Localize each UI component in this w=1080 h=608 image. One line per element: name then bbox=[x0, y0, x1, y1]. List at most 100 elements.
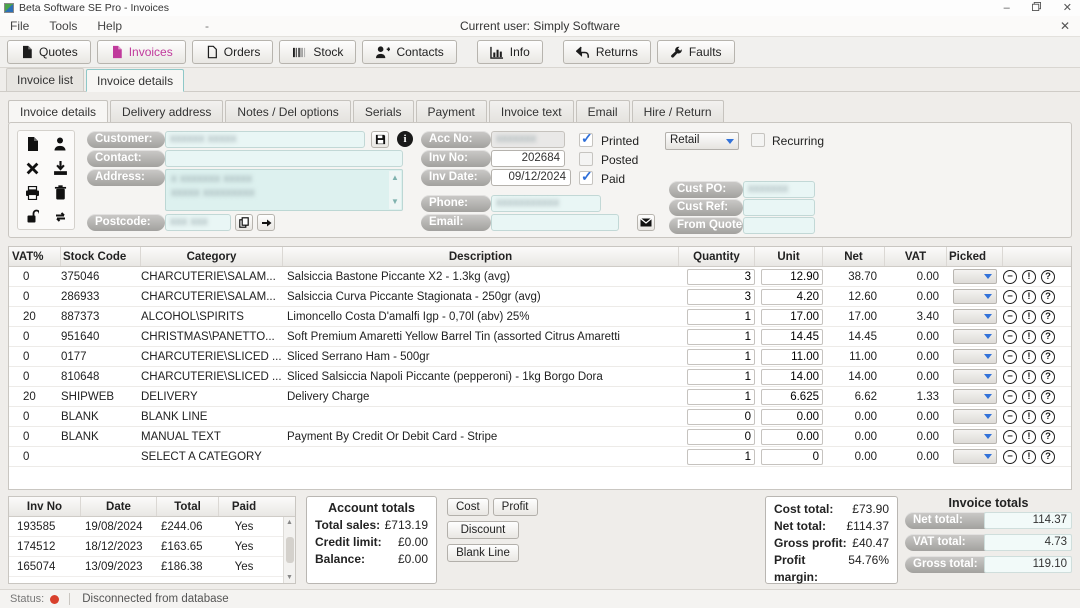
item-unit-input[interactable] bbox=[761, 329, 823, 345]
subtab-serials[interactable]: Serials bbox=[353, 100, 414, 123]
scroll-up-icon[interactable]: ▲ bbox=[391, 171, 399, 185]
history-scrollbar[interactable]: ▲▼ bbox=[283, 517, 295, 583]
item-picked-dropdown[interactable] bbox=[953, 369, 997, 384]
line-help-icon[interactable]: ? bbox=[1041, 290, 1055, 304]
remove-line-icon[interactable]: − bbox=[1003, 370, 1017, 384]
item-unit-input[interactable] bbox=[761, 369, 823, 385]
subtab-payment[interactable]: Payment bbox=[416, 100, 487, 123]
history-row[interactable]: 165074 13/09/2023 £186.38 Yes bbox=[9, 557, 295, 577]
remove-line-icon[interactable]: − bbox=[1003, 270, 1017, 284]
item-picked-dropdown[interactable] bbox=[953, 449, 997, 464]
line-help-icon[interactable]: ? bbox=[1041, 350, 1055, 364]
subtab-hire-return[interactable]: Hire / Return bbox=[632, 100, 724, 123]
remove-line-icon[interactable]: − bbox=[1003, 450, 1017, 464]
invoice-type-select[interactable]: Retail bbox=[665, 132, 739, 150]
line-help-icon[interactable]: ? bbox=[1041, 450, 1055, 464]
cost-button[interactable]: Cost bbox=[447, 498, 489, 516]
unlock-button[interactable] bbox=[18, 205, 46, 229]
line-help-icon[interactable]: ? bbox=[1041, 370, 1055, 384]
item-quantity-input[interactable] bbox=[687, 369, 755, 385]
paid-checkbox[interactable] bbox=[579, 171, 593, 185]
customer-field[interactable]: xxxxxx xxxxx bbox=[165, 131, 365, 148]
item-picked-dropdown[interactable] bbox=[953, 269, 997, 284]
inv-date-field[interactable]: 09/12/2024 bbox=[491, 169, 571, 186]
subtab-invoice-text[interactable]: Invoice text bbox=[489, 100, 574, 123]
item-unit-input[interactable] bbox=[761, 309, 823, 325]
item-unit-input[interactable] bbox=[761, 409, 823, 425]
line-info-icon[interactable]: ! bbox=[1022, 290, 1036, 304]
refresh-button[interactable] bbox=[46, 205, 74, 229]
line-info-icon[interactable]: ! bbox=[1022, 310, 1036, 324]
item-unit-input[interactable] bbox=[761, 449, 823, 465]
remove-line-icon[interactable]: − bbox=[1003, 430, 1017, 444]
remove-line-icon[interactable]: − bbox=[1003, 410, 1017, 424]
item-unit-input[interactable] bbox=[761, 349, 823, 365]
item-quantity-input[interactable] bbox=[687, 329, 755, 345]
toolbar-orders-button[interactable]: Orders bbox=[192, 40, 274, 64]
item-quantity-input[interactable] bbox=[687, 349, 755, 365]
item-quantity-input[interactable] bbox=[687, 389, 755, 405]
history-row[interactable]: 174512 18/12/2023 £163.65 Yes bbox=[9, 537, 295, 557]
line-info-icon[interactable]: ! bbox=[1022, 330, 1036, 344]
scrollbar-thumb[interactable] bbox=[286, 537, 294, 563]
delete-line-button[interactable] bbox=[46, 181, 74, 205]
toolbar-returns-button[interactable]: Returns bbox=[563, 40, 651, 64]
scroll-down-icon[interactable]: ▼ bbox=[286, 574, 293, 581]
line-help-icon[interactable]: ? bbox=[1041, 410, 1055, 424]
line-help-icon[interactable]: ? bbox=[1041, 390, 1055, 404]
item-quantity-input[interactable] bbox=[687, 409, 755, 425]
toolbar-info-button[interactable]: Info bbox=[477, 40, 543, 64]
tab-invoice-details[interactable]: Invoice details bbox=[86, 69, 184, 92]
toolbar-invoices-button[interactable]: Invoices bbox=[97, 40, 186, 64]
cust-po-field[interactable]: xxxxxxx bbox=[743, 181, 815, 198]
item-picked-dropdown[interactable] bbox=[953, 429, 997, 444]
remove-line-icon[interactable]: − bbox=[1003, 350, 1017, 364]
map-arrow-icon[interactable] bbox=[257, 214, 275, 231]
from-quote-field[interactable] bbox=[743, 217, 815, 234]
new-record-button[interactable] bbox=[18, 131, 46, 156]
remove-line-icon[interactable]: − bbox=[1003, 390, 1017, 404]
subtab-invoice-details[interactable]: Invoice details bbox=[8, 100, 108, 123]
send-email-icon[interactable] bbox=[637, 214, 655, 231]
restore-button[interactable] bbox=[1032, 0, 1041, 16]
toolbar-faults-button[interactable]: Faults bbox=[657, 40, 735, 64]
inv-no-field[interactable]: 202684 bbox=[491, 150, 565, 167]
toolbar-contacts-button[interactable]: Contacts bbox=[362, 40, 456, 64]
history-row[interactable]: 193585 19/08/2024 £244.06 Yes bbox=[9, 517, 295, 537]
item-unit-input[interactable] bbox=[761, 289, 823, 305]
subtab-delivery-address[interactable]: Delivery address bbox=[110, 100, 223, 123]
remove-line-icon[interactable]: − bbox=[1003, 310, 1017, 324]
print-button[interactable] bbox=[18, 181, 46, 205]
toolbar-stock-button[interactable]: Stock bbox=[279, 40, 356, 64]
line-help-icon[interactable]: ? bbox=[1041, 270, 1055, 284]
menu-file[interactable]: File bbox=[0, 17, 39, 35]
save-button[interactable] bbox=[46, 156, 74, 180]
view-close-icon[interactable]: ✕ bbox=[1060, 19, 1070, 33]
item-quantity-input[interactable] bbox=[687, 449, 755, 465]
remove-line-icon[interactable]: − bbox=[1003, 330, 1017, 344]
line-info-icon[interactable]: ! bbox=[1022, 270, 1036, 284]
recurring-checkbox[interactable] bbox=[751, 133, 765, 147]
postcode-field[interactable]: xxx xxx bbox=[165, 214, 231, 231]
item-quantity-input[interactable] bbox=[687, 309, 755, 325]
item-quantity-input[interactable] bbox=[687, 289, 755, 305]
posted-checkbox[interactable] bbox=[579, 152, 593, 166]
contact-field[interactable] bbox=[165, 150, 403, 167]
toolbar-quotes-button[interactable]: Quotes bbox=[7, 40, 91, 64]
delete-record-button[interactable] bbox=[18, 156, 46, 180]
profit-button[interactable]: Profit bbox=[493, 498, 538, 516]
discount-button[interactable]: Discount bbox=[447, 521, 519, 539]
item-unit-input[interactable] bbox=[761, 269, 823, 285]
line-info-icon[interactable]: ! bbox=[1022, 370, 1036, 384]
menu-tools[interactable]: Tools bbox=[39, 17, 87, 35]
item-quantity-input[interactable] bbox=[687, 429, 755, 445]
item-picked-dropdown[interactable] bbox=[953, 349, 997, 364]
email-field[interactable] bbox=[491, 214, 619, 231]
line-help-icon[interactable]: ? bbox=[1041, 330, 1055, 344]
line-help-icon[interactable]: ? bbox=[1041, 430, 1055, 444]
scroll-down-icon[interactable]: ▼ bbox=[391, 195, 399, 209]
item-picked-dropdown[interactable] bbox=[953, 409, 997, 424]
printed-checkbox[interactable] bbox=[579, 133, 593, 147]
close-button[interactable]: ✕ bbox=[1063, 0, 1072, 16]
line-help-icon[interactable]: ? bbox=[1041, 310, 1055, 324]
